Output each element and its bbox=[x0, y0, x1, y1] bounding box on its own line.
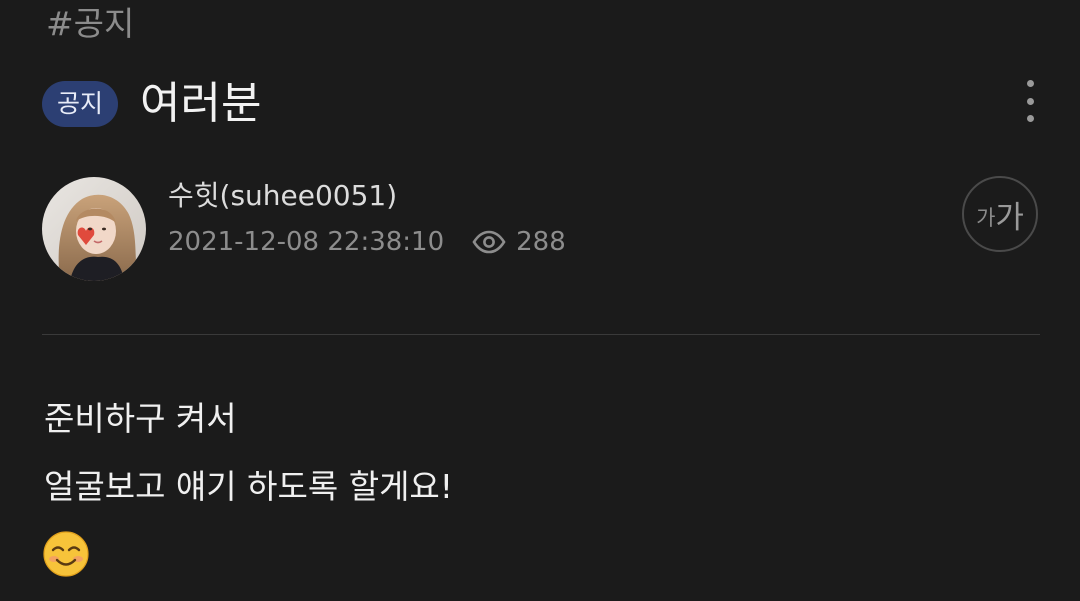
more-dot bbox=[1026, 115, 1034, 122]
author-name[interactable]: 수힛(suhee0051) bbox=[168, 176, 397, 216]
notice-badge: 공지 bbox=[42, 81, 119, 127]
divider bbox=[42, 334, 1040, 335]
more-dot bbox=[1026, 80, 1034, 87]
avatar-image bbox=[42, 177, 146, 281]
font-size-small-label: 가 bbox=[976, 206, 996, 230]
category-hashtag[interactable]: #공지 bbox=[46, 2, 134, 46]
post-datetime: 2021-12-08 22:38:10 bbox=[168, 227, 445, 257]
post-body-line: 준비하구 켜서 bbox=[44, 399, 237, 438]
post-meta: 2021-12-08 22:38:10 288 bbox=[168, 222, 566, 262]
view-count: 288 bbox=[516, 227, 566, 257]
eye-icon bbox=[472, 230, 506, 254]
post-title-row: 공지 여러분 bbox=[42, 74, 261, 134]
post-title: 여러분 bbox=[140, 78, 262, 129]
more-dot bbox=[1026, 97, 1034, 105]
font-size-button[interactable]: 가 가 bbox=[962, 176, 1038, 252]
more-vertical-icon[interactable] bbox=[1018, 80, 1042, 122]
font-size-big-label: 가 bbox=[995, 199, 1024, 236]
post-body-line: 얼굴보고 얘기 하도록 할게요! bbox=[44, 467, 454, 506]
smiling-face-emoji-icon bbox=[42, 530, 90, 578]
author-avatar[interactable] bbox=[42, 177, 146, 281]
